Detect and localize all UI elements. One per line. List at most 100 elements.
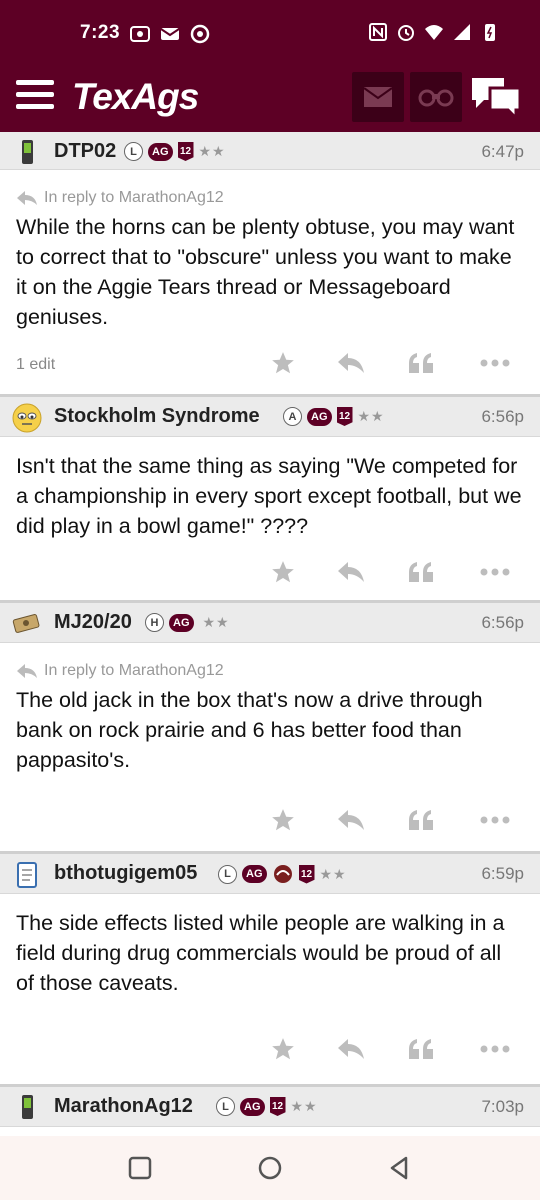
- system-nav-bar: [0, 1136, 540, 1200]
- reply-arrow-icon: [17, 664, 37, 678]
- star-icon[interactable]: [268, 348, 298, 378]
- post-time: 6:56p: [481, 613, 524, 632]
- reply-icon[interactable]: [336, 1034, 366, 1064]
- post-body: The side effects listed while people are…: [0, 894, 540, 998]
- edit-count[interactable]: 1 edit: [16, 356, 55, 374]
- post-time: 6:59p: [481, 864, 524, 883]
- chat-icon[interactable]: [468, 74, 524, 120]
- texags-logo[interactable]: TexAgs: [72, 76, 199, 118]
- badge-12th-man: 12: [269, 1097, 286, 1116]
- post-header: MJ20/20 H AG ★★ 6:56p: [0, 603, 540, 643]
- chrome-icon: [190, 24, 210, 44]
- user-badges: L AG 12 ★★: [218, 864, 347, 884]
- reply-to-line[interactable]: In reply to MarathonAg12: [16, 170, 524, 210]
- watch-button[interactable]: [410, 72, 462, 122]
- post-time: 6:56p: [481, 407, 524, 426]
- post-username[interactable]: bthotugigem05: [54, 862, 197, 885]
- recents-icon[interactable]: [126, 1154, 154, 1182]
- post-text: The side effects listed while people are…: [16, 911, 505, 995]
- star-icon[interactable]: [268, 1034, 298, 1064]
- signal-icon: [454, 24, 470, 40]
- star-icon[interactable]: [268, 557, 298, 587]
- quote-icon[interactable]: [406, 557, 436, 587]
- wifi-icon: [425, 25, 443, 40]
- badge-12th-man: 12: [336, 407, 353, 426]
- reply-to-line[interactable]: In reply to MarathonAg12: [16, 643, 524, 683]
- badge-stars: ★★: [357, 408, 385, 424]
- money-icon: [12, 614, 40, 633]
- app-screen: 7:23 TexAgs DTP02 L AG 12 ★★ 6:47p In re…: [0, 0, 540, 1200]
- post-body: In reply to MarathonAg12 The old jack in…: [0, 643, 540, 775]
- badge-stars: ★★: [319, 865, 347, 882]
- more-icon[interactable]: [480, 348, 510, 378]
- messages-button[interactable]: [352, 72, 404, 122]
- badge-letter: L: [124, 142, 143, 161]
- phone-icon: [22, 1095, 33, 1119]
- post-actions: [0, 775, 540, 851]
- more-icon[interactable]: [480, 557, 510, 587]
- thread-feed[interactable]: DTP02 L AG 12 ★★ 6:47p In reply to Marat…: [0, 132, 540, 1136]
- post-username[interactable]: DTP02: [54, 140, 116, 163]
- reply-to-text: In reply to MarathonAg12: [44, 189, 224, 206]
- post-text: The old jack in the box that's now a dri…: [16, 688, 483, 772]
- notepad-icon: [17, 862, 37, 888]
- badge-stars: ★★: [290, 1098, 318, 1114]
- user-badges: A AG 12 ★★: [283, 407, 385, 426]
- more-icon[interactable]: [480, 1034, 510, 1064]
- user-badges: L AG 12 ★★: [124, 142, 226, 161]
- menu-icon[interactable]: [16, 80, 54, 112]
- badge-ag: AG: [307, 407, 332, 426]
- badge-letter: L: [216, 1097, 235, 1116]
- post-username[interactable]: MarathonAg12: [54, 1095, 193, 1118]
- badge-ag: AG: [242, 865, 267, 883]
- post-header: MarathonAg12 L AG 12 ★★ 7:03p: [0, 1087, 540, 1127]
- app-header: TexAgs: [0, 70, 540, 132]
- emoji-face-icon: [12, 403, 42, 433]
- badge-ag: AG: [148, 142, 173, 161]
- user-badges: H AG ★★: [145, 613, 230, 632]
- post-header: DTP02 L AG 12 ★★ 6:47p: [0, 132, 540, 170]
- post-body: Isn't that the same thing as saying "We …: [0, 437, 540, 541]
- quote-icon[interactable]: [406, 348, 436, 378]
- star-icon[interactable]: [268, 805, 298, 835]
- quote-icon[interactable]: [406, 1034, 436, 1064]
- phone-icon: [22, 140, 33, 164]
- post-body: In reply to MarathonAg12 While the horns…: [0, 170, 540, 332]
- alarm-icon: [398, 25, 414, 41]
- school-logo-icon: [273, 865, 292, 883]
- reply-arrow-icon: [17, 191, 37, 205]
- home-icon[interactable]: [256, 1154, 284, 1182]
- post-username[interactable]: Stockholm Syndrome: [54, 405, 260, 428]
- badge-12th-man: 12: [298, 864, 315, 884]
- reply-icon[interactable]: [336, 348, 366, 378]
- badge-letter: L: [218, 864, 237, 884]
- binoculars-icon: [418, 89, 454, 107]
- battery-icon: [485, 24, 495, 41]
- badge-letter: A: [283, 407, 302, 426]
- quote-icon[interactable]: [406, 805, 436, 835]
- post-time: 6:47p: [481, 142, 524, 161]
- post-actions: 1 edit: [0, 332, 540, 394]
- user-badges: L AG 12 ★★: [216, 1097, 318, 1116]
- post-text: Isn't that the same thing as saying "We …: [16, 454, 522, 538]
- status-bar: 7:23: [0, 0, 540, 70]
- nfc-icon: [369, 23, 387, 41]
- reply-icon[interactable]: [336, 557, 366, 587]
- badge-letter: H: [145, 613, 164, 632]
- post-actions: [0, 541, 540, 600]
- reply-icon[interactable]: [336, 805, 366, 835]
- post-username[interactable]: MJ20/20: [54, 611, 132, 634]
- badge-stars: ★★: [198, 143, 226, 159]
- post-header: bthotugigem05 L AG 12 ★★ 6:59p: [0, 854, 540, 894]
- radio-icon: [130, 26, 150, 42]
- post-actions: [0, 998, 540, 1084]
- post-header: Stockholm Syndrome A AG 12 ★★ 6:56p: [0, 397, 540, 437]
- status-time: 7:23: [80, 22, 121, 43]
- badge-ag: AG: [240, 1097, 265, 1116]
- badge-12th-man: 12: [177, 142, 194, 161]
- badge-stars: ★★: [202, 614, 230, 630]
- back-icon[interactable]: [386, 1154, 414, 1182]
- more-icon[interactable]: [480, 805, 510, 835]
- reply-to-text: In reply to MarathonAg12: [44, 662, 224, 679]
- mail-icon: [363, 87, 393, 107]
